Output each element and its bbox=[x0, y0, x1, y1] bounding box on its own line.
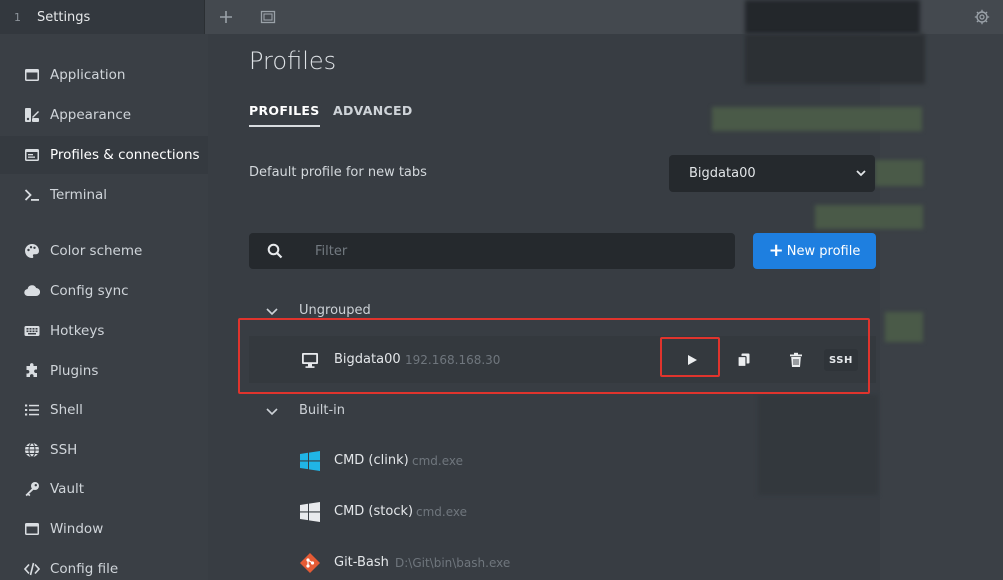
delete-profile-button[interactable] bbox=[784, 348, 808, 372]
sidebar-item-vault[interactable]: Vault bbox=[0, 470, 208, 508]
group-header-built-in[interactable]: Built-in bbox=[265, 403, 345, 418]
profile-detail: D:\Git\bin\bash.exe bbox=[395, 555, 511, 570]
blurred-region bbox=[745, 0, 920, 34]
tab-number: 1 bbox=[14, 10, 21, 24]
default-profile-label: Default profile for new tabs bbox=[249, 165, 427, 180]
sidebar-item-shell[interactable]: Shell bbox=[0, 391, 208, 429]
tab-profiles[interactable]: PROFILES bbox=[249, 103, 320, 127]
settings-button[interactable] bbox=[968, 4, 996, 30]
window-icon bbox=[260, 10, 276, 24]
group-name: Ungrouped bbox=[299, 303, 371, 318]
windows-logo-icon bbox=[300, 451, 320, 471]
play-icon bbox=[688, 355, 697, 365]
profile-detail: cmd.exe bbox=[416, 504, 468, 519]
sidebar-item-profiles[interactable]: Profiles & connections bbox=[0, 136, 208, 174]
copy-icon bbox=[737, 353, 750, 368]
sidebar-item-label: Shell bbox=[50, 402, 83, 418]
window-list-icon bbox=[25, 149, 39, 161]
window-icon bbox=[25, 69, 39, 81]
blurred-region bbox=[815, 205, 923, 229]
sidebar-item-label: Terminal bbox=[50, 187, 108, 203]
sidebar-item-label: Hotkeys bbox=[50, 323, 105, 339]
run-profile-button[interactable] bbox=[680, 348, 704, 372]
filter-box bbox=[249, 233, 735, 269]
chevron-down-icon bbox=[856, 170, 866, 177]
profile-name: CMD (stock) bbox=[334, 504, 414, 519]
monitor-icon bbox=[302, 353, 318, 368]
keyboard-icon bbox=[24, 326, 40, 336]
window-icon bbox=[25, 523, 39, 535]
plus-icon: + bbox=[768, 240, 784, 261]
ssh-badge: SSH bbox=[824, 349, 858, 371]
git-icon bbox=[300, 553, 320, 573]
trash-icon bbox=[790, 352, 802, 367]
sidebar-item-label: Vault bbox=[50, 481, 85, 497]
window-layout-button[interactable] bbox=[254, 4, 282, 30]
sidebar-item-window[interactable]: Window bbox=[0, 510, 208, 548]
group-name: Built-in bbox=[299, 403, 346, 418]
profile-name: Git-Bash bbox=[334, 555, 389, 570]
sidebar-item-hotkeys[interactable]: Hotkeys bbox=[0, 312, 208, 350]
profile-name: CMD (clink) bbox=[334, 453, 409, 468]
plus-icon bbox=[220, 11, 232, 23]
sidebar-item-color-scheme[interactable]: Color scheme bbox=[0, 232, 208, 270]
sidebar-item-label: Window bbox=[50, 521, 104, 537]
profile-detail: 192.168.168.30 bbox=[405, 352, 501, 367]
sidebar-item-label: Application bbox=[50, 67, 126, 83]
key-icon bbox=[25, 482, 39, 497]
tab-advanced[interactable]: ADVANCED bbox=[333, 103, 413, 118]
list-icon bbox=[25, 404, 39, 416]
new-tab-button[interactable] bbox=[212, 4, 240, 30]
new-profile-label: New profile bbox=[786, 243, 861, 259]
duplicate-profile-button[interactable] bbox=[732, 348, 756, 372]
sidebar-item-label: Config file bbox=[50, 561, 119, 577]
profile-row-bigdata00[interactable]: Bigdata00 192.168.168.30 SSH bbox=[249, 336, 876, 383]
page-title: Profiles bbox=[249, 47, 337, 75]
sidebar-item-terminal[interactable]: Terminal bbox=[0, 176, 208, 214]
palette-icon bbox=[25, 244, 39, 258]
sidebar-item-application[interactable]: Application bbox=[0, 56, 208, 94]
sidebar-item-appearance[interactable]: Appearance bbox=[0, 96, 208, 134]
blurred-region bbox=[875, 160, 923, 186]
sidebar-item-label: SSH bbox=[50, 442, 78, 458]
sidebar-item-label: Plugins bbox=[50, 363, 99, 379]
default-profile-value: Bigdata00 bbox=[689, 166, 756, 181]
tab-title: Settings bbox=[37, 9, 91, 25]
sidebar-item-label: Color scheme bbox=[50, 243, 143, 259]
new-profile-button[interactable]: + New profile bbox=[753, 233, 876, 269]
sidebar-item-ssh[interactable]: SSH bbox=[0, 431, 208, 469]
windows-logo-icon bbox=[300, 502, 320, 522]
top-bar: 1 Settings bbox=[0, 0, 1003, 34]
profile-detail: cmd.exe bbox=[412, 453, 464, 468]
gear-icon bbox=[974, 9, 990, 25]
profile-row-cmd-clink[interactable]: CMD (clink) cmd.exe bbox=[249, 437, 876, 484]
sidebar-item-plugins[interactable]: Plugins bbox=[0, 352, 208, 390]
palette-brush-icon bbox=[25, 108, 39, 122]
profile-row-cmd-stock[interactable]: CMD (stock) cmd.exe bbox=[249, 488, 876, 535]
tab-settings[interactable]: 1 Settings bbox=[0, 0, 205, 34]
group-header-ungrouped[interactable]: Ungrouped bbox=[265, 303, 371, 318]
blurred-region bbox=[745, 34, 925, 84]
chevron-down-icon bbox=[266, 407, 278, 415]
terminal-icon bbox=[24, 189, 39, 201]
cloud-icon bbox=[24, 285, 40, 297]
globe-icon bbox=[25, 442, 39, 458]
blurred-region bbox=[712, 107, 922, 131]
filter-input[interactable] bbox=[315, 233, 715, 269]
blurred-region bbox=[885, 312, 923, 342]
sidebar-item-label: Appearance bbox=[50, 107, 132, 123]
profile-name: Bigdata00 bbox=[334, 352, 401, 367]
sidebar-item-config-sync[interactable]: Config sync bbox=[0, 272, 208, 310]
profile-row-git-bash[interactable]: Git-Bash D:\Git\bin\bash.exe bbox=[249, 539, 876, 580]
code-icon bbox=[24, 562, 40, 576]
sidebar-item-label: Profiles & connections bbox=[50, 147, 200, 163]
search-icon bbox=[267, 243, 283, 259]
chevron-down-icon bbox=[266, 307, 278, 315]
puzzle-icon bbox=[26, 363, 37, 377]
sidebar-item-label: Config sync bbox=[50, 283, 129, 299]
sidebar-item-config-file[interactable]: Config file bbox=[0, 550, 208, 580]
default-profile-select[interactable]: Bigdata00 bbox=[669, 155, 875, 192]
